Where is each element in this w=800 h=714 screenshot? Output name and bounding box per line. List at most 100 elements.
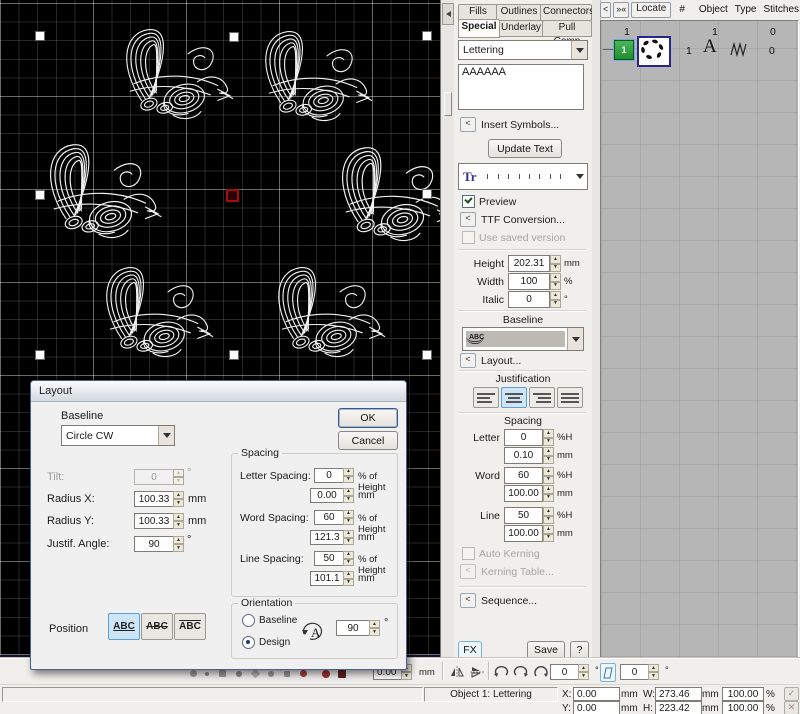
- dlg-line-pct-field[interactable]: 50: [314, 551, 344, 566]
- skew-spinner[interactable]: ▲▼: [648, 664, 659, 680]
- layout-label[interactable]: Layout...: [481, 355, 521, 367]
- width-spinner[interactable]: ▲▼: [550, 273, 561, 290]
- collapse-columns-button[interactable]: »«: [613, 2, 629, 18]
- height-spinner[interactable]: ▲▼: [550, 255, 561, 272]
- position-middle-button[interactable]: ABC: [141, 613, 173, 640]
- stitch-marker-icon[interactable]: [205, 672, 209, 676]
- tab-connectors[interactable]: Connectors: [540, 4, 592, 21]
- stitch-marker-icon[interactable]: [268, 671, 274, 677]
- dlg-word-pct-field[interactable]: 60: [314, 510, 344, 525]
- panel-back-button[interactable]: <: [600, 2, 611, 18]
- position-top-button[interactable]: ABC: [174, 613, 206, 640]
- save-button[interactable]: Save: [527, 641, 565, 659]
- justify-left-button[interactable]: [473, 387, 499, 408]
- stitch-marker-icon[interactable]: [236, 671, 242, 677]
- insert-symbols-expand-button[interactable]: <: [460, 117, 476, 132]
- objects-list[interactable]: 1 1 0 1 1 A: [600, 20, 799, 658]
- radius-y-field[interactable]: 100.33: [134, 513, 174, 529]
- rotate-cw-icon[interactable]: [512, 663, 530, 680]
- dropdown-button[interactable]: [571, 41, 587, 59]
- layout-expand-button[interactable]: <: [460, 353, 476, 368]
- selection-handle-e[interactable]: [422, 189, 432, 199]
- w-percent-field[interactable]: 100.00: [722, 687, 764, 701]
- word-pct-spinner[interactable]: ▲▼: [543, 467, 554, 484]
- preview-checkbox[interactable]: [462, 195, 475, 208]
- letter-pct-field[interactable]: 0: [504, 429, 543, 446]
- ok-button[interactable]: OK: [338, 408, 398, 428]
- color-chip[interactable]: 1: [614, 40, 634, 60]
- lettering-text-input[interactable]: AAAAAA: [458, 64, 584, 110]
- width-field[interactable]: 100: [508, 273, 550, 290]
- lettering-type-select[interactable]: Lettering: [458, 40, 588, 60]
- rotate-angle-spinner[interactable]: ▲▼: [578, 664, 589, 680]
- italic-spinner[interactable]: ▲▼: [550, 291, 561, 308]
- layout-dialog-titlebar[interactable]: Layout: [31, 381, 406, 402]
- x-field[interactable]: 0.00: [573, 687, 620, 701]
- apply-button[interactable]: ✓: [784, 687, 799, 701]
- stitch-marker-icon[interactable]: [190, 670, 197, 677]
- dlg-letter-pct-field[interactable]: 0: [314, 468, 344, 483]
- italic-field[interactable]: 0: [508, 291, 550, 308]
- radius-x-spinner[interactable]: ▲▼: [173, 491, 184, 507]
- letter-mm-field[interactable]: 0.10: [504, 447, 543, 464]
- letter-mm-spinner[interactable]: ▲▼: [543, 447, 554, 464]
- justify-right-button[interactable]: [529, 387, 555, 408]
- stitch-marker-icon[interactable]: [219, 670, 226, 677]
- justify-full-button[interactable]: [557, 387, 583, 408]
- orientation-angle-field[interactable]: 90: [336, 620, 370, 636]
- line-pct-field[interactable]: 50: [504, 507, 543, 524]
- ttf-conversion-expand-button[interactable]: <: [460, 212, 476, 227]
- stitch-marker-icon[interactable]: [284, 671, 290, 677]
- selection-handle-se[interactable]: [422, 350, 432, 360]
- skew-icon[interactable]: [600, 663, 616, 682]
- selection-handle-s[interactable]: [229, 350, 239, 360]
- line-mm-field[interactable]: 100.00: [504, 525, 543, 542]
- baseline-dropdown-button[interactable]: [567, 328, 583, 350]
- rotation-center-mark[interactable]: [226, 189, 239, 202]
- mirror-horizontal-icon[interactable]: [448, 663, 466, 680]
- selection-handle-ne[interactable]: [422, 31, 432, 41]
- dlg-word-mm-field[interactable]: 121.3: [310, 530, 344, 545]
- tab-underlay[interactable]: Underlay: [498, 20, 544, 37]
- dlg-word-mm-spinner[interactable]: ▲▼: [343, 530, 354, 545]
- skew-field[interactable]: 0: [620, 664, 649, 680]
- stitch-marker-red-icon[interactable]: [322, 670, 330, 678]
- y-field[interactable]: 0.00: [573, 701, 620, 714]
- tab-pull-comp[interactable]: Pull Comp: [542, 20, 592, 37]
- mirror-vertical-icon[interactable]: [468, 663, 486, 680]
- justif-angle-field[interactable]: 90: [134, 536, 174, 552]
- word-mm-field[interactable]: 100.00: [504, 485, 543, 502]
- dlg-line-mm-spinner[interactable]: ▲▼: [343, 571, 354, 586]
- rotate-ccw-icon[interactable]: [492, 663, 510, 680]
- dialog-baseline-select[interactable]: Circle CW: [61, 425, 175, 446]
- baseline-select[interactable]: ABC: [462, 327, 584, 351]
- stitch-marker-red-icon[interactable]: [338, 670, 346, 678]
- dlg-line-mm-field[interactable]: 101.1: [310, 571, 344, 586]
- height-field[interactable]: 202.31: [508, 255, 550, 272]
- stitch-marker-red-icon[interactable]: [300, 670, 307, 677]
- h-percent-field[interactable]: 100.00: [722, 701, 764, 714]
- dlg-line-pct-spinner[interactable]: ▲▼: [343, 551, 354, 566]
- update-text-button[interactable]: Update Text: [488, 139, 562, 158]
- position-baseline-button[interactable]: ABC: [108, 613, 140, 640]
- font-select[interactable]: Tr: [458, 163, 588, 190]
- dlg-letter-mm-spinner[interactable]: ▲▼: [343, 488, 354, 503]
- font-dropdown-button[interactable]: [572, 164, 587, 189]
- radius-x-field[interactable]: 100.33: [134, 491, 174, 507]
- object-thumbnail[interactable]: [637, 36, 671, 67]
- dlg-word-pct-spinner[interactable]: ▲▼: [343, 510, 354, 525]
- dlg-letter-mm-field[interactable]: 0.00: [310, 488, 344, 503]
- rotate-angle-field[interactable]: 0: [550, 664, 579, 680]
- h-field[interactable]: 223.42: [655, 701, 702, 714]
- sequence-label[interactable]: Sequence...: [481, 595, 537, 607]
- selection-handle-n[interactable]: [229, 32, 239, 42]
- tab-outlines[interactable]: Outlines: [496, 4, 542, 21]
- selection-handle-w[interactable]: [35, 190, 45, 200]
- fx-button[interactable]: FX: [458, 641, 482, 659]
- help-button[interactable]: ?: [570, 641, 589, 659]
- selection-handle-sw[interactable]: [35, 350, 45, 360]
- justif-angle-spinner[interactable]: ▲▼: [173, 536, 184, 552]
- orientation-angle-spinner[interactable]: ▲▼: [369, 620, 380, 636]
- dialog-baseline-dropdown[interactable]: [158, 426, 174, 445]
- cancel-button[interactable]: Cancel: [338, 431, 398, 450]
